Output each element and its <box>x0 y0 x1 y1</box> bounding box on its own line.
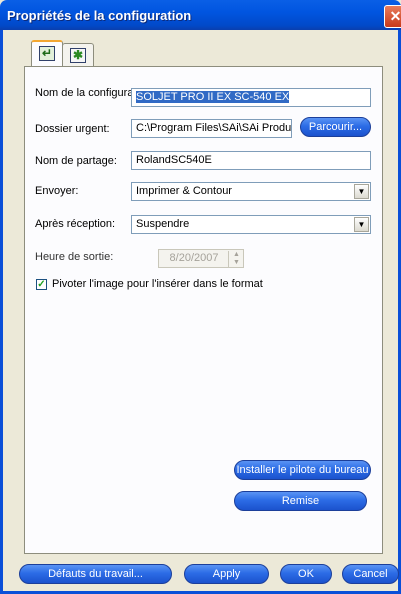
share-name-label: Nom de partage: <box>35 155 117 167</box>
after-receive-select[interactable]: Suspendre ▼ <box>131 215 371 234</box>
tab-properties[interactable]: ↵ <box>31 40 63 67</box>
close-icon: ✕ <box>389 8 401 24</box>
config-name-field[interactable]: SOLJET PRO II EX SC-540 EX <box>131 88 371 107</box>
install-driver-button[interactable]: Installer le pilote du bureau <box>234 460 371 480</box>
send-label: Envoyer: <box>35 185 79 197</box>
cancel-button[interactable]: Cancel <box>342 564 399 584</box>
apply-button[interactable]: Apply <box>184 564 269 584</box>
document-settings-icon: ✱ <box>70 48 86 63</box>
spinner-icon: ▲ ▼ <box>228 251 244 268</box>
properties-panel <box>24 66 383 554</box>
urgent-folder-field[interactable]: C:\Program Files\SAi\SAi Produc <box>131 119 292 138</box>
tab-document-settings[interactable]: ✱ <box>62 43 94 66</box>
reset-button[interactable]: Remise <box>234 491 367 511</box>
ok-button[interactable]: OK <box>280 564 332 584</box>
printer-properties-icon: ↵ <box>39 46 55 61</box>
after-receive-value: Suspendre <box>136 218 190 230</box>
title-bar[interactable]: Propriétés de la configuration ✕ <box>0 0 401 30</box>
chevron-down-icon[interactable]: ▼ <box>354 184 369 199</box>
close-button[interactable]: ✕ <box>384 5 401 28</box>
urgent-folder-label: Dossier urgent: <box>35 123 110 135</box>
share-name-field[interactable]: RolandSC540E <box>131 151 371 170</box>
urgent-folder-value: C:\Program Files\SAi\SAi Produc <box>136 122 292 134</box>
rotate-label: Pivoter l'image pour l'insérer dans le f… <box>52 278 263 290</box>
send-select[interactable]: Imprimer & Contour ▼ <box>131 182 371 201</box>
output-time-value: 8/20/2007 <box>169 252 219 264</box>
share-name-value: RolandSC540E <box>136 154 212 166</box>
browse-button[interactable]: Parcourir... <box>300 117 371 137</box>
after-receive-label: Après réception: <box>35 218 116 230</box>
job-defaults-button[interactable]: Défauts du travail... <box>19 564 172 584</box>
chevron-down-icon[interactable]: ▼ <box>354 217 369 232</box>
config-name-value: SOLJET PRO II EX SC-540 EX <box>136 91 290 103</box>
window-title: Propriétés de la configuration <box>7 8 192 23</box>
send-value: Imprimer & Contour <box>136 185 232 197</box>
output-time-label: Heure de sortie: <box>35 251 114 263</box>
rotate-checkbox[interactable]: ✓ <box>36 279 47 290</box>
